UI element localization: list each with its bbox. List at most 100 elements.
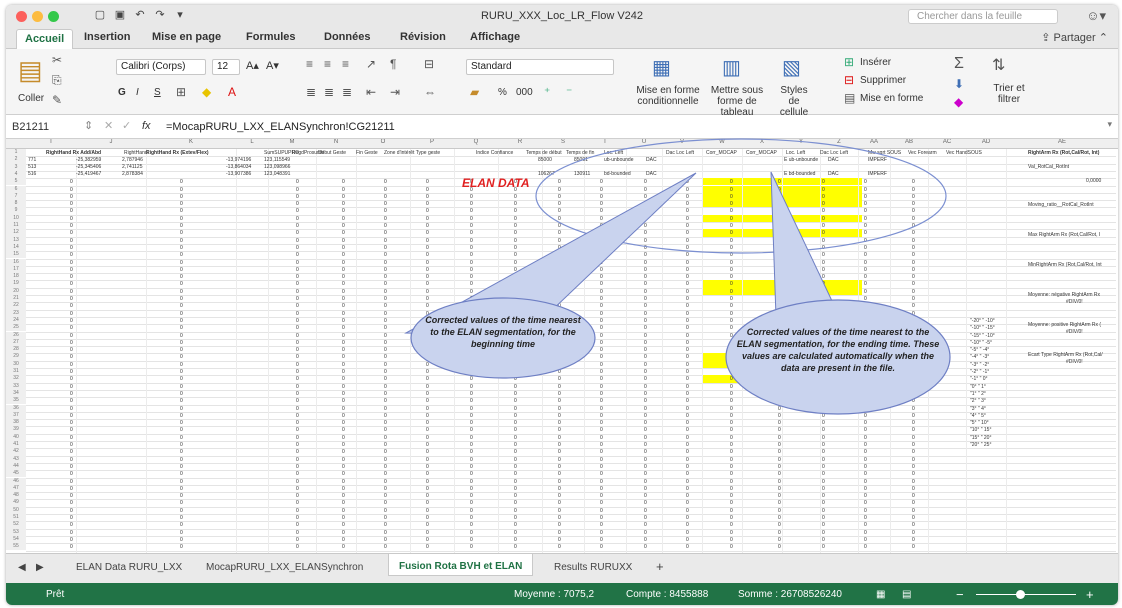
cell-zero[interactable]: 0	[686, 522, 689, 528]
cell-zero[interactable]: 0	[470, 486, 473, 492]
cell-zero[interactable]: 0	[864, 267, 867, 273]
cell-zero[interactable]: 0	[384, 252, 387, 258]
cell-zero[interactable]: 0	[600, 398, 603, 404]
cell-zero[interactable]: 0	[644, 179, 647, 185]
cell-zero[interactable]: 0	[426, 479, 429, 485]
cell-zero[interactable]: 0	[426, 281, 429, 287]
cell-zero[interactable]: 0	[822, 208, 825, 214]
cell-zero[interactable]: 0	[600, 435, 603, 441]
cell-zero[interactable]: 0	[730, 464, 733, 470]
cell-l2[interactable]: -13,974196	[226, 157, 251, 163]
name-box-chevron-icon[interactable]: ⇕	[84, 119, 93, 132]
cell-zero[interactable]: 0	[70, 486, 73, 492]
cell-zero[interactable]: 0	[864, 238, 867, 244]
cell-zero[interactable]: 0	[296, 223, 299, 229]
cell-zero[interactable]: 0	[70, 544, 73, 550]
tab-mise-en-page[interactable]: Mise en page	[152, 31, 221, 43]
cell-zero[interactable]: 0	[384, 464, 387, 470]
cell-zero[interactable]: 0	[70, 303, 73, 309]
side-label-9[interactable]: Ecart Type RightArm Rx (Rot,Cal/	[1028, 352, 1103, 358]
row-header[interactable]: 5	[6, 178, 26, 186]
cell-zero[interactable]: 0	[342, 296, 345, 302]
indent-increase-icon[interactable]: ⇥	[390, 85, 400, 99]
cell-zero[interactable]: 0	[426, 194, 429, 200]
cell-t2[interactable]: 85091	[574, 157, 588, 163]
copy-icon[interactable]: ⎘	[52, 73, 62, 88]
cell-zero[interactable]: 0	[558, 201, 561, 207]
cell-zero[interactable]: 0	[342, 303, 345, 309]
cell-zero[interactable]: 0	[686, 442, 689, 448]
cell-zero[interactable]: 0	[558, 252, 561, 258]
cell-zero[interactable]: 0	[778, 179, 781, 185]
cell-zero[interactable]: 0	[686, 515, 689, 521]
cell-zero[interactable]: 0	[296, 435, 299, 441]
cell-zero[interactable]: 0	[296, 311, 299, 317]
cell-zero[interactable]: 0	[912, 223, 915, 229]
cell-zero[interactable]: 0	[70, 187, 73, 193]
cell-zero[interactable]: 0	[558, 289, 561, 295]
cell-zero[interactable]: 0	[342, 464, 345, 470]
cell-zero[interactable]: 0	[912, 318, 915, 324]
cell-zero[interactable]: 0	[70, 449, 73, 455]
cell-zero[interactable]: 0	[864, 508, 867, 514]
cell-zero[interactable]: 0	[730, 457, 733, 463]
column-header[interactable]: W	[702, 139, 742, 145]
percent-button[interactable]: %	[498, 87, 507, 98]
cell-zero[interactable]: 0	[730, 347, 733, 353]
cell-zero[interactable]: 0	[558, 384, 561, 390]
cell-zero[interactable]: 0	[426, 515, 429, 521]
cell-zero[interactable]: 0	[644, 398, 647, 404]
cell-zero[interactable]: 0	[730, 223, 733, 229]
cell-zero[interactable]: 0	[822, 384, 825, 390]
column-header[interactable]: AC	[928, 139, 966, 145]
cell-zero[interactable]: 0	[426, 303, 429, 309]
cell-zero[interactable]: 0	[470, 508, 473, 514]
cell-zero[interactable]: 0	[600, 522, 603, 528]
row-header[interactable]: 55	[6, 543, 26, 551]
cell-zero[interactable]: 0	[180, 245, 183, 251]
cell-zero[interactable]: 0	[730, 238, 733, 244]
cell-zero[interactable]: 0	[384, 515, 387, 521]
cell-zero[interactable]: 0	[342, 238, 345, 244]
cell-zero[interactable]: 0	[864, 274, 867, 280]
indent-decrease-icon[interactable]: ⇤	[366, 85, 376, 99]
cell-zero[interactable]: 0	[180, 208, 183, 214]
cell-zero[interactable]: 0	[514, 522, 517, 528]
cell-zero[interactable]: 0	[730, 449, 733, 455]
cell-zero[interactable]: 0	[470, 362, 473, 368]
cell-zero[interactable]: 0	[180, 201, 183, 207]
cell-zero[interactable]: 0	[644, 194, 647, 200]
cell-zero[interactable]: 0	[644, 435, 647, 441]
cell-m3[interactable]: 123,098966	[264, 164, 290, 170]
cell-zero[interactable]: 0	[296, 391, 299, 397]
cell-zero[interactable]: 0	[686, 508, 689, 514]
cell-zero[interactable]: 0	[384, 289, 387, 295]
cell-zero[interactable]: 0	[342, 420, 345, 426]
row-header[interactable]: 19	[6, 280, 26, 288]
user-account-icon[interactable]: ☺▾	[1086, 8, 1106, 24]
row-header[interactable]: 10	[6, 214, 26, 222]
cell-zero[interactable]: 0	[342, 398, 345, 404]
cell-zero[interactable]: 0	[822, 289, 825, 295]
cell-zero[interactable]: 0	[342, 500, 345, 506]
cell-zero[interactable]: 0	[180, 318, 183, 324]
cell-zero[interactable]: 0	[384, 420, 387, 426]
header-mw-sqrt[interactable]: Mw sqrt SOUS	[868, 150, 901, 156]
cell-zero[interactable]: 0	[470, 208, 473, 214]
cell-zero[interactable]: 0	[600, 442, 603, 448]
cell-zero[interactable]: 0	[558, 391, 561, 397]
cell-u2[interactable]: ub-unbounde	[604, 157, 633, 163]
cell-zero[interactable]: 0	[686, 347, 689, 353]
cell-zero[interactable]: 0	[730, 230, 733, 236]
cell-zero[interactable]: 0	[600, 311, 603, 317]
column-header[interactable]: K	[146, 139, 236, 145]
cell-zero[interactable]: 0	[558, 369, 561, 375]
cell-zero[interactable]: 0	[912, 208, 915, 214]
cell-zero[interactable]: 0	[912, 252, 915, 258]
cell-zero[interactable]: 0	[822, 267, 825, 273]
number-format-select[interactable]: Standard	[466, 59, 614, 75]
cell-zero[interactable]: 0	[180, 464, 183, 470]
cell-zero[interactable]: 0	[342, 245, 345, 251]
cell-zero[interactable]: 0	[296, 427, 299, 433]
cell-zero[interactable]: 0	[864, 464, 867, 470]
